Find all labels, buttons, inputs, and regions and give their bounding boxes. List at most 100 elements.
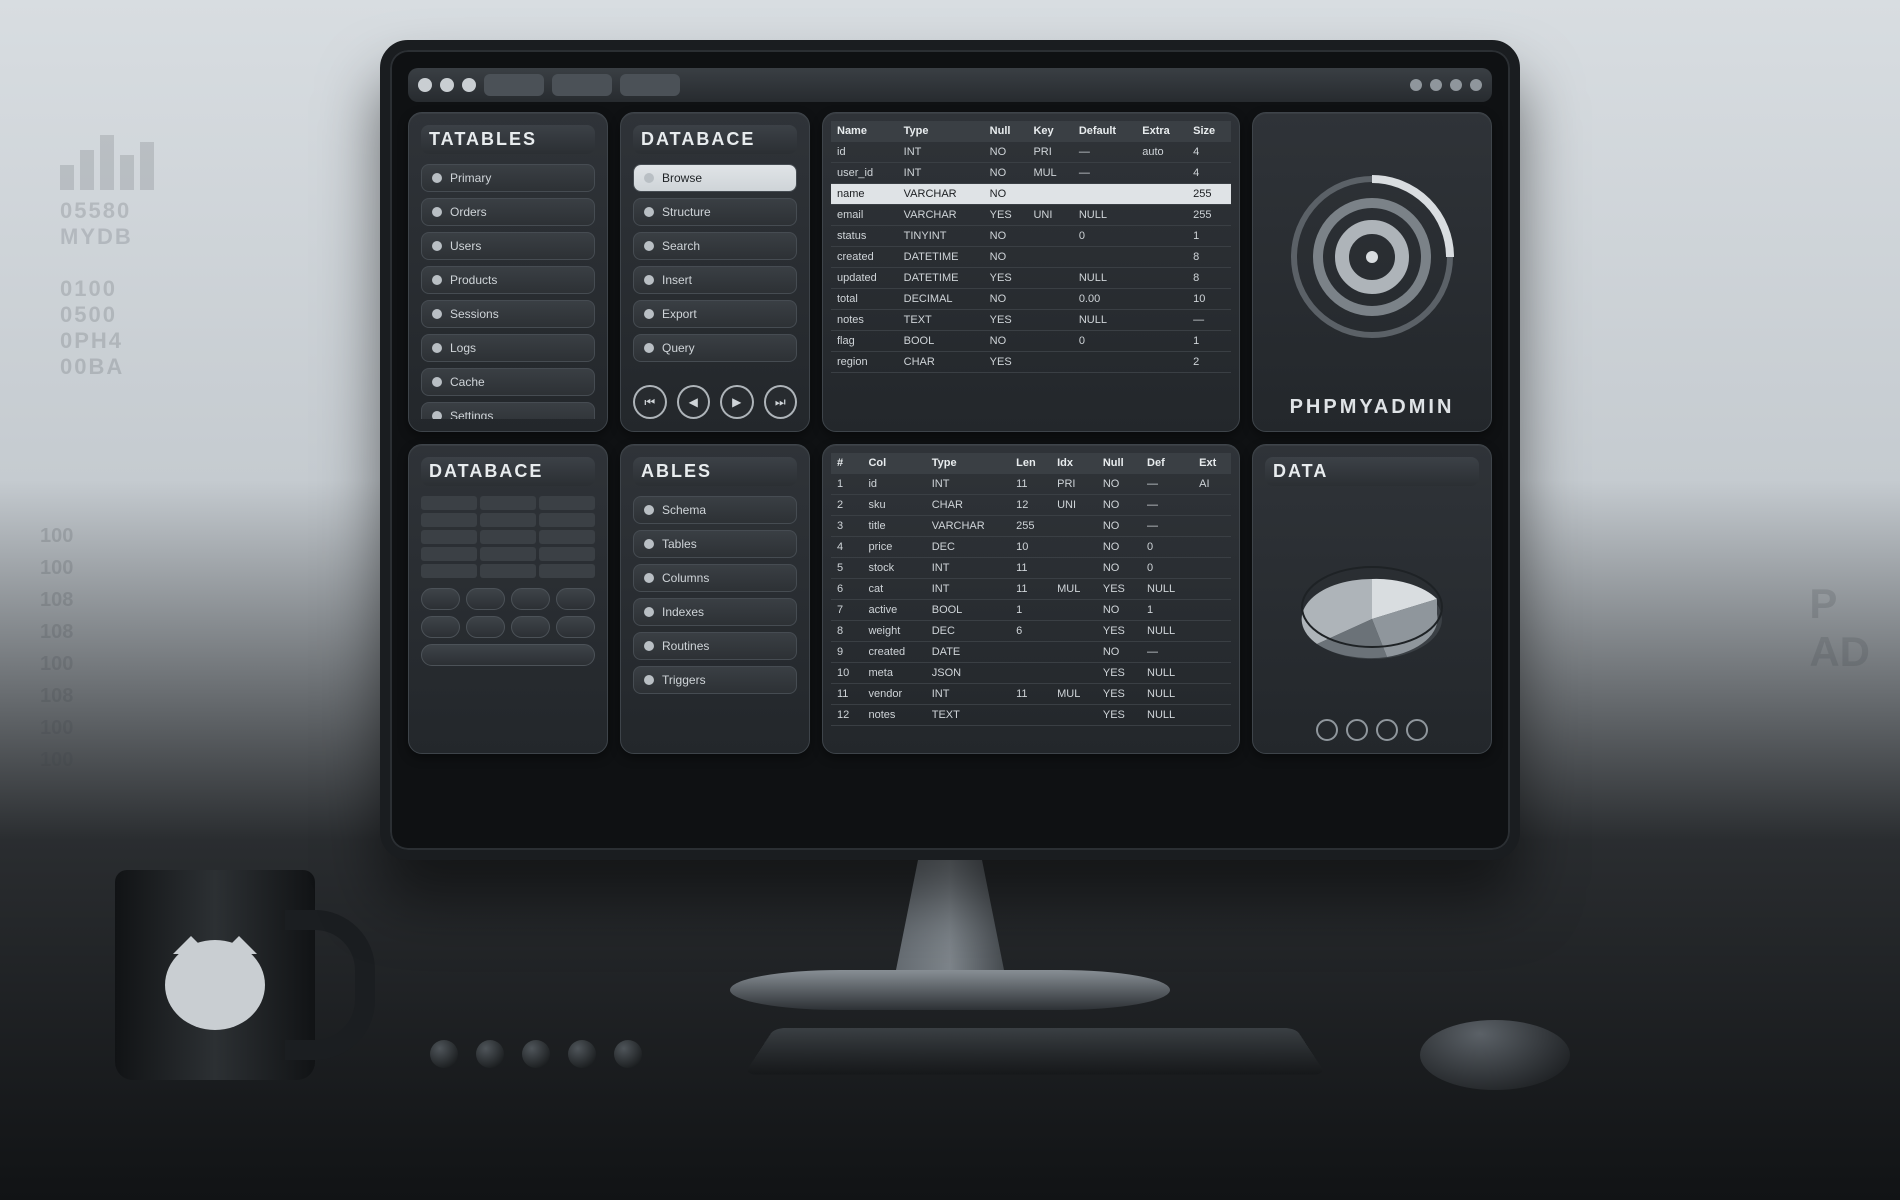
data-control-next-icon[interactable] bbox=[1376, 719, 1398, 741]
window-control-close[interactable] bbox=[418, 78, 432, 92]
window-control-min[interactable] bbox=[440, 78, 454, 92]
table-row[interactable]: 7activeBOOL1NO1 bbox=[831, 600, 1231, 621]
window-control-max[interactable] bbox=[462, 78, 476, 92]
list-item[interactable]: Query bbox=[633, 334, 797, 362]
db-action-pill-wide[interactable] bbox=[421, 644, 595, 666]
list-item[interactable]: Triggers bbox=[633, 666, 797, 694]
list-item[interactable]: Sessions bbox=[421, 300, 595, 328]
column-header[interactable]: # bbox=[831, 453, 862, 474]
list-item[interactable]: Orders bbox=[421, 198, 595, 226]
titlebar-tab[interactable] bbox=[620, 74, 680, 96]
column-header[interactable]: Type bbox=[898, 121, 984, 142]
pager-button[interactable]: ▶ bbox=[720, 385, 754, 419]
data-control-prev-icon[interactable] bbox=[1316, 719, 1338, 741]
table-row[interactable]: 2skuCHAR12UNINO— bbox=[831, 495, 1231, 516]
list-item[interactable]: Products bbox=[421, 266, 595, 294]
db-action-pill[interactable] bbox=[556, 588, 595, 610]
table-row[interactable]: totalDECIMALNO0.0010 bbox=[831, 289, 1231, 310]
titlebar-tab[interactable] bbox=[552, 74, 612, 96]
column-header[interactable]: Key bbox=[1027, 121, 1072, 142]
db-action-pill[interactable] bbox=[556, 616, 595, 638]
list-item[interactable]: Schema bbox=[633, 496, 797, 524]
pager-button[interactable]: ⏮ bbox=[633, 385, 667, 419]
list-item-label: Triggers bbox=[662, 673, 706, 687]
list-item-label: Indexes bbox=[662, 605, 704, 619]
table-row[interactable]: 12notesTEXTYESNULL bbox=[831, 705, 1231, 726]
table-cell: — bbox=[1073, 142, 1136, 163]
table-row[interactable]: emailVARCHARYESUNINULL255 bbox=[831, 205, 1231, 226]
column-header[interactable]: Type bbox=[926, 453, 1010, 474]
table-row[interactable]: notesTEXTYESNULL— bbox=[831, 310, 1231, 331]
table-row[interactable]: 11vendorINT11MULYESNULL bbox=[831, 684, 1231, 705]
db-action-pill[interactable] bbox=[511, 616, 550, 638]
column-header[interactable]: Def bbox=[1141, 453, 1193, 474]
table-row[interactable]: 3titleVARCHAR255NO— bbox=[831, 516, 1231, 537]
column-header[interactable]: Name bbox=[831, 121, 898, 142]
titlebar-action-icon[interactable] bbox=[1470, 79, 1482, 91]
table-cell bbox=[1051, 642, 1097, 663]
list-item[interactable]: Indexes bbox=[633, 598, 797, 626]
table-row[interactable]: 8weightDEC6YESNULL bbox=[831, 621, 1231, 642]
table-row[interactable]: 5stockINT11NO0 bbox=[831, 558, 1231, 579]
list-item[interactable]: Insert bbox=[633, 266, 797, 294]
data-control-more-icon[interactable] bbox=[1406, 719, 1428, 741]
table-row[interactable]: statusTINYINTNO01 bbox=[831, 226, 1231, 247]
table-row[interactable]: flagBOOLNO01 bbox=[831, 331, 1231, 352]
table-row[interactable]: nameVARCHARNO255 bbox=[831, 184, 1231, 205]
table-row[interactable]: idINTNOPRI—auto4 bbox=[831, 142, 1231, 163]
table-row[interactable]: 1idINT11PRINO—AI bbox=[831, 474, 1231, 495]
titlebar-tab[interactable] bbox=[484, 74, 544, 96]
list-item[interactable]: Tables bbox=[633, 530, 797, 558]
titlebar-action-icon[interactable] bbox=[1410, 79, 1422, 91]
table-row[interactable]: regionCHARYES2 bbox=[831, 352, 1231, 373]
table-cell: 10 bbox=[1187, 289, 1231, 310]
table-cell: INT bbox=[898, 163, 984, 184]
list-item[interactable]: Cache bbox=[421, 368, 595, 396]
table-row[interactable]: updatedDATETIMEYESNULL8 bbox=[831, 268, 1231, 289]
table-cell: — bbox=[1187, 310, 1231, 331]
list-item[interactable]: Users bbox=[421, 232, 595, 260]
table-row[interactable]: 6catINT11MULYESNULL bbox=[831, 579, 1231, 600]
db-action-pill[interactable] bbox=[421, 588, 460, 610]
table-cell bbox=[1073, 184, 1136, 205]
pager-button[interactable]: ⏭ bbox=[764, 385, 798, 419]
table-cell: NULL bbox=[1141, 663, 1193, 684]
column-header[interactable]: Null bbox=[1097, 453, 1141, 474]
list-item[interactable]: Primary bbox=[421, 164, 595, 192]
list-item-label: Structure bbox=[662, 205, 711, 219]
list-item[interactable]: Search bbox=[633, 232, 797, 260]
table-cell: TEXT bbox=[926, 705, 1010, 726]
titlebar-action-icon[interactable] bbox=[1430, 79, 1442, 91]
db-action-pill[interactable] bbox=[421, 616, 460, 638]
list-item[interactable]: Routines bbox=[633, 632, 797, 660]
column-header[interactable]: Null bbox=[984, 121, 1028, 142]
list-item[interactable]: Logs bbox=[421, 334, 595, 362]
list-item[interactable]: Settings bbox=[421, 402, 595, 419]
db-action-pill[interactable] bbox=[466, 616, 505, 638]
pager-button[interactable]: ◀ bbox=[677, 385, 711, 419]
table-row[interactable]: 9createdDATENO— bbox=[831, 642, 1231, 663]
data-control-play-icon[interactable] bbox=[1346, 719, 1368, 741]
list-item[interactable]: Browse bbox=[633, 164, 797, 192]
db-action-pill[interactable] bbox=[466, 588, 505, 610]
table-row[interactable]: user_idINTNOMUL—4 bbox=[831, 163, 1231, 184]
column-header[interactable]: Extra bbox=[1136, 121, 1187, 142]
table-cell: JSON bbox=[926, 663, 1010, 684]
list-item[interactable]: Columns bbox=[633, 564, 797, 592]
table-cell: DATETIME bbox=[898, 268, 984, 289]
table-row[interactable]: 10metaJSONYESNULL bbox=[831, 663, 1231, 684]
column-header[interactable]: Ext bbox=[1193, 453, 1231, 474]
table-row[interactable]: 4priceDEC10NO0 bbox=[831, 537, 1231, 558]
column-header[interactable]: Col bbox=[862, 453, 925, 474]
column-header[interactable]: Len bbox=[1010, 453, 1051, 474]
column-header[interactable]: Idx bbox=[1051, 453, 1097, 474]
list-item-label: Export bbox=[662, 307, 697, 321]
table-cell: NO bbox=[1097, 600, 1141, 621]
list-item[interactable]: Structure bbox=[633, 198, 797, 226]
column-header[interactable]: Size bbox=[1187, 121, 1231, 142]
db-action-pill[interactable] bbox=[511, 588, 550, 610]
column-header[interactable]: Default bbox=[1073, 121, 1136, 142]
titlebar-action-icon[interactable] bbox=[1450, 79, 1462, 91]
list-item[interactable]: Export bbox=[633, 300, 797, 328]
table-row[interactable]: createdDATETIMENO8 bbox=[831, 247, 1231, 268]
